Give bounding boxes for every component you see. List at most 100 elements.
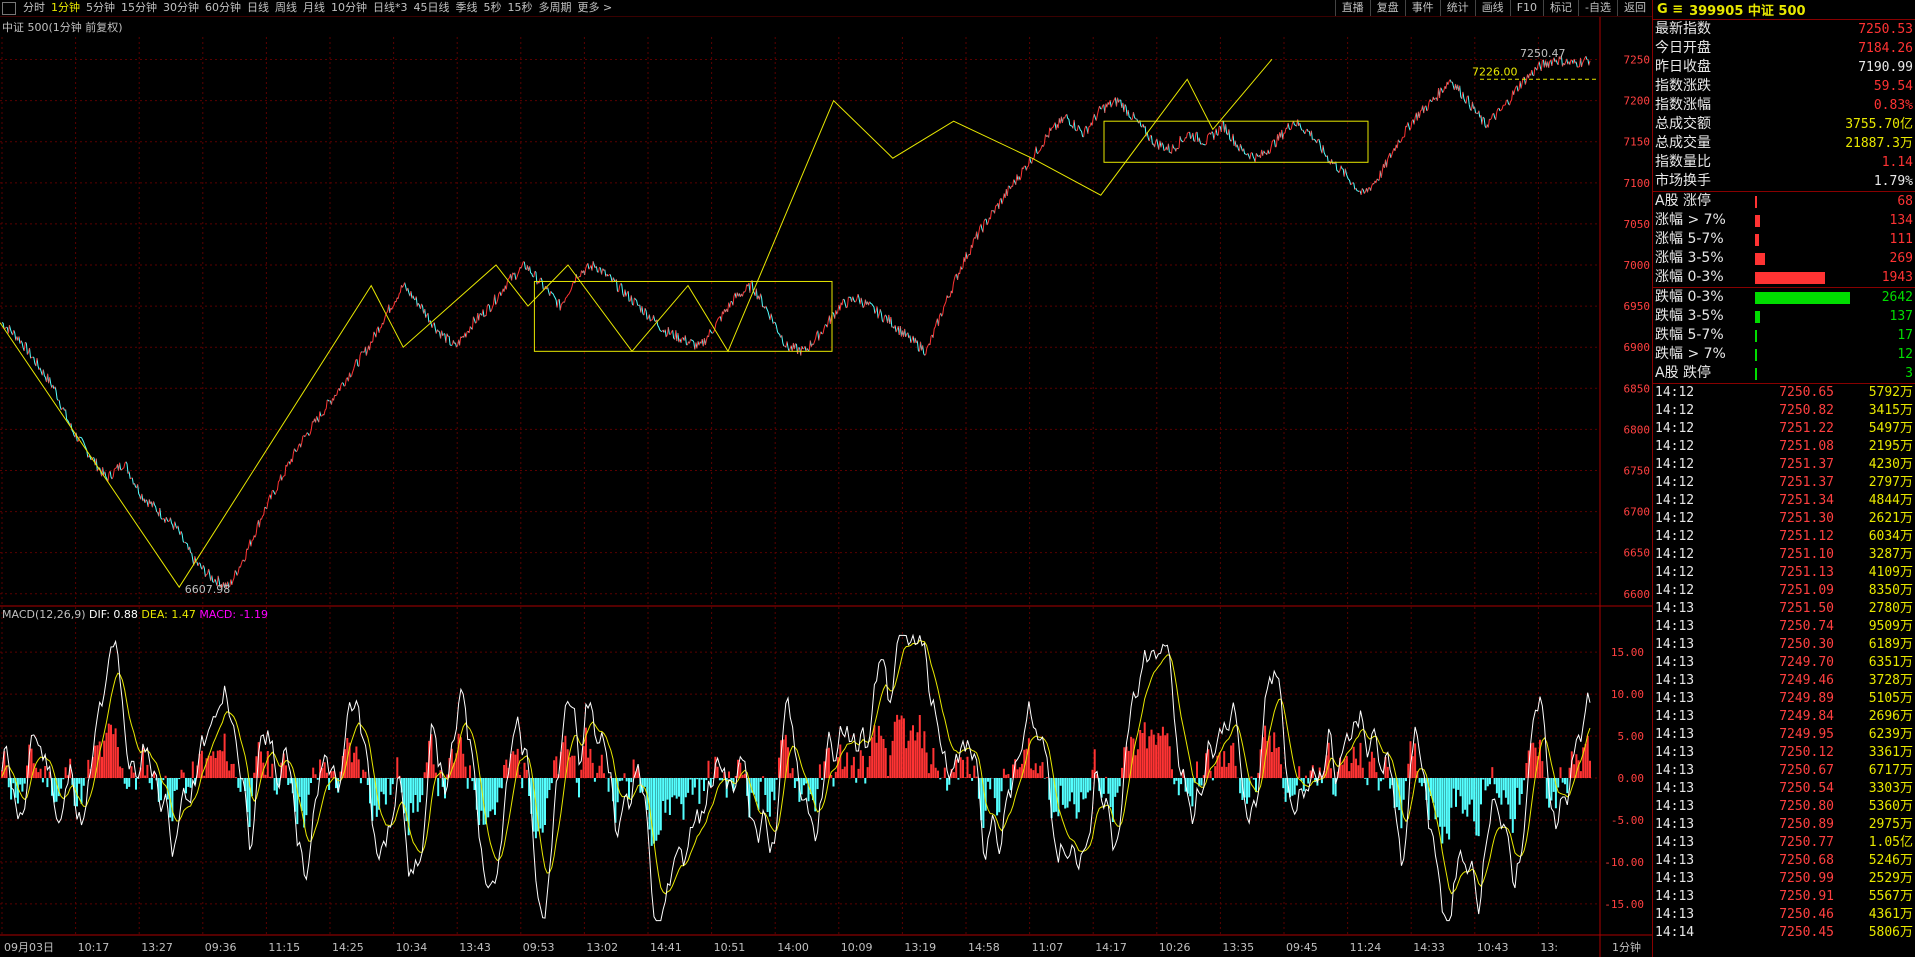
tick-list[interactable]: 14:12 7250.65 5792万 14:12 7250.82 3415万 14:12 7…: [1653, 384, 1915, 942]
high-annotation: 7250.47: [1520, 47, 1566, 60]
tick-volume: 4230万: [1868, 457, 1913, 472]
period-tab[interactable]: 1分钟: [48, 0, 83, 16]
period-tab[interactable]: 月线: [300, 0, 328, 16]
tick-price: 7251.37: [1779, 475, 1834, 490]
tick-volume: 2195万: [1868, 439, 1913, 454]
tick-time: 14:13: [1655, 781, 1695, 796]
toolbar-button[interactable]: F10: [1509, 0, 1543, 16]
period-tab[interactable]: 季线: [453, 0, 481, 16]
breadth-row: 涨幅 > 7% 134: [1653, 211, 1915, 230]
time-tick-label: 13:: [1540, 941, 1558, 954]
breadth-label: 涨幅 0-3%: [1655, 269, 1724, 285]
period-tab[interactable]: 分时: [20, 0, 48, 16]
time-tick-label: 11:24: [1350, 941, 1382, 954]
toolbar-button[interactable]: 统计: [1439, 0, 1475, 16]
macd-histogram-negative: [7, 778, 1569, 846]
period-tab[interactable]: 15秒: [505, 0, 536, 16]
price-tick-label: 7000: [1624, 259, 1651, 272]
quote-value: 0.83%: [1873, 98, 1913, 113]
tick-volume: 5105万: [1868, 691, 1913, 706]
tick-price: 7249.70: [1779, 655, 1834, 670]
tick-volume: 2975万: [1868, 817, 1913, 832]
toolbar-button[interactable]: 返回: [1617, 0, 1652, 16]
macd-tick-label: 5.00: [1618, 730, 1645, 743]
time-tick-label: 11:07: [1032, 941, 1064, 954]
tick-time: 14:12: [1655, 511, 1695, 526]
period-tab[interactable]: 30分钟: [160, 0, 202, 16]
tick-time: 14:12: [1655, 475, 1695, 490]
tick-volume: 5792万: [1868, 385, 1913, 400]
chart-area[interactable]: 7250 7200 7150 7100 7050 7000 6950 6900 6850 6800…: [0, 17, 1652, 957]
quote-row: 总成交额 3755.70亿: [1653, 115, 1915, 134]
breadth-label: 跌幅 5-7%: [1655, 327, 1724, 343]
period-tab[interactable]: 45日线: [411, 0, 453, 16]
tick-row: 14:13 7250.99 2529万: [1653, 870, 1915, 888]
period-tab[interactable]: 5秒: [481, 0, 505, 16]
toolbar-button[interactable]: 标记: [1543, 0, 1578, 16]
macd-tick-label: 10.00: [1611, 688, 1644, 701]
toolbar-button[interactable]: 画线: [1474, 0, 1510, 16]
time-tick-label: 13:35: [1222, 941, 1254, 954]
breadth-label: 涨幅 > 7%: [1655, 212, 1726, 228]
quote-value: 7184.26: [1858, 41, 1913, 56]
tick-price: 7250.65: [1779, 385, 1834, 400]
tick-time: 14:12: [1655, 403, 1695, 418]
tick-time: 14:12: [1655, 547, 1695, 562]
tick-time: 14:13: [1655, 889, 1695, 904]
tick-price: 7251.08: [1779, 439, 1834, 454]
period-tab[interactable]: 周线: [272, 0, 300, 16]
tick-row: 14:13 7250.67 6717万: [1653, 762, 1915, 780]
quote-value: 7250.53: [1858, 22, 1913, 37]
tick-price: 7251.10: [1779, 547, 1834, 562]
tick-price: 7250.77: [1779, 835, 1834, 850]
toolbar-button[interactable]: 事件: [1404, 0, 1440, 16]
macd-legend: MACD(12,26,9) DIF: 0.88 DEA: 1.47 MACD: …: [2, 608, 268, 621]
tick-price: 7251.12: [1779, 529, 1834, 544]
toolbar-button[interactable]: -自选: [1578, 0, 1617, 16]
macd-tick-label: 0.00: [1618, 772, 1645, 785]
tick-volume: 1.05亿: [1868, 835, 1913, 850]
tick-time: 14:13: [1655, 691, 1695, 706]
kline-macd-chart[interactable]: 7250 7200 7150 7100 7050 7000 6950 6900 6850 6800…: [0, 17, 1652, 957]
tick-volume: 3361万: [1868, 745, 1913, 760]
tick-row: 14:13 7250.30 6189万: [1653, 636, 1915, 654]
period-tab[interactable]: 多周期: [536, 0, 575, 16]
period-tab[interactable]: 10分钟: [328, 0, 370, 16]
time-tick-label: 14:58: [968, 941, 1000, 954]
tick-time: 14:13: [1655, 601, 1695, 616]
breadth-bar: [1755, 329, 1757, 342]
tick-price: 7250.99: [1779, 871, 1834, 886]
low-annotation: 6607.98: [185, 583, 231, 596]
toolbar-button[interactable]: 直播: [1334, 0, 1370, 16]
quote-value: 59.54: [1873, 79, 1913, 94]
time-tick-label: 14:17: [1095, 941, 1127, 954]
period-tab[interactable]: 5分钟: [83, 0, 118, 16]
symbol-prefix[interactable]: G ≡: [1657, 2, 1683, 17]
tick-volume: 6239万: [1868, 727, 1913, 742]
tick-time: 14:13: [1655, 727, 1695, 742]
price-tick-label: 7100: [1624, 177, 1651, 190]
period-tab[interactable]: 日线: [244, 0, 272, 16]
tick-time: 14:13: [1655, 835, 1695, 850]
tick-price: 7251.37: [1779, 457, 1834, 472]
tick-volume: 5360万: [1868, 799, 1913, 814]
toolbar-button[interactable]: 复盘: [1369, 0, 1405, 16]
period-tab[interactable]: 60分钟: [202, 0, 244, 16]
period-tab[interactable]: 15分钟: [118, 0, 160, 16]
breadth-value: 134: [1889, 213, 1913, 228]
tick-row: 14:12 7251.22 5497万: [1653, 420, 1915, 438]
quote-value: 1.14: [1881, 155, 1913, 170]
menu-icon[interactable]: [2, 1, 16, 15]
breadth-bar: [1755, 195, 1757, 208]
tick-time: 14:13: [1655, 871, 1695, 886]
period-tab[interactable]: 更多 >: [575, 0, 616, 16]
breadth-row: 跌幅 5-7% 17: [1653, 326, 1915, 345]
tick-row: 14:13 7250.54 3303万: [1653, 780, 1915, 798]
price-tick-label: 6950: [1624, 300, 1651, 313]
breadth-label: 跌幅 > 7%: [1655, 346, 1726, 362]
tick-volume: 5806万: [1868, 925, 1913, 940]
tick-volume: 5497万: [1868, 421, 1913, 436]
quote-label: 指数涨跌: [1655, 78, 1711, 94]
tick-row: 14:12 7251.34 4844万: [1653, 492, 1915, 510]
period-tab[interactable]: 日线*3: [370, 0, 411, 16]
